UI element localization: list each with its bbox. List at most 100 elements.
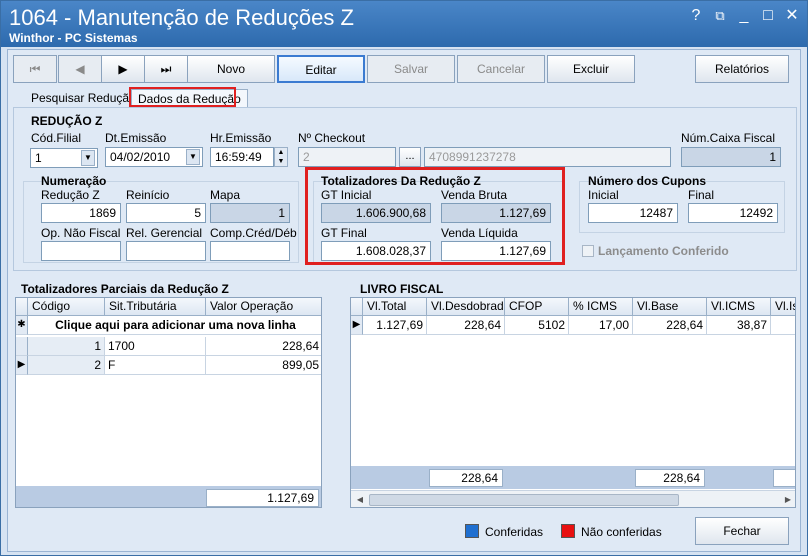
close-icon[interactable]: ✕ [783,7,801,25]
table-row-vl-is[interactable] [771,316,795,335]
col-sit-tributaria[interactable]: Sit.Tributária [105,298,206,316]
nav-last-button[interactable]: ⏭ [144,55,188,83]
table-row-vl-desdobrado[interactable]: 228,64 [427,316,505,335]
spin-updown-icon[interactable]: ▲ ▼ [274,147,288,167]
scroll-left-icon[interactable]: ◀ [353,493,367,507]
cupons-final-field[interactable]: 12492 [688,203,778,223]
maximize-icon[interactable]: □ [759,7,777,25]
conferidas-label: Conferidas [485,525,544,539]
reducao-section-title: REDUÇÃO Z [31,114,103,128]
dt-emissao-field[interactable]: 04/02/2010 ▼ [105,147,203,167]
restore-icon[interactable]: ⧉ [711,7,729,25]
tab-highlight [129,87,236,107]
cod-filial-label: Cód.Filial [31,131,82,145]
table-row-valor[interactable]: 228,64 [206,337,321,356]
chevron-down-icon: ▼ [81,150,95,166]
relatorios-button[interactable]: Relatórios [695,55,789,83]
new-row-asterisk-icon: ✱ [16,316,28,335]
checkout-field[interactable]: 2 [298,147,396,167]
table-row-codigo[interactable]: 1 [28,337,105,356]
lancamento-checkbox[interactable] [582,245,594,257]
num-caixa-field[interactable]: 1 [681,147,781,167]
col-vl-total[interactable]: Vl.Total [363,298,427,316]
op-nao-fiscal-label: Op. Não Fiscal [41,226,121,240]
table-row-valor[interactable]: 899,05 [206,356,321,375]
table-row-vl-total[interactable]: 1.127,69 [363,316,427,335]
cupons-inicial-field[interactable]: 12487 [588,203,678,223]
window-title: 1064 - Manutenção de Reduções Z [9,5,354,30]
comp-cred-label: Comp.Créd/Déb [210,226,297,240]
col-vl-desdobrado[interactable]: Vl.Desdobrado [427,298,505,316]
table-row-sit[interactable]: 1700 [105,337,206,356]
cupons-title: Número dos Cupons [588,174,707,188]
add-new-row[interactable]: Clique aqui para adicionar uma nova linh… [28,316,321,335]
hr-emissao-field[interactable]: 16:59:49 [210,147,274,167]
nav-first-button[interactable]: ⏮ [13,55,57,83]
table-row-sit[interactable]: F [105,356,206,375]
help-icon[interactable]: ? [687,7,705,25]
num-caixa-label: Núm.Caixa Fiscal [681,131,776,145]
col-cfop[interactable]: CFOP [505,298,569,316]
parciais-corner [16,298,28,316]
table-row-vl-base[interactable]: 228,64 [633,316,707,335]
col-valor-operacao[interactable]: Valor Operação [206,298,321,316]
op-nao-fiscal-field[interactable] [41,241,121,261]
comp-cred-field[interactable] [210,241,290,261]
col-codigo[interactable]: Código [28,298,105,316]
col-vl-base[interactable]: Vl.Base [633,298,707,316]
venda-liquida-field[interactable]: 1.127,69 [441,241,551,261]
venda-bruta-field[interactable]: 1.127,69 [441,203,551,223]
cancelar-button[interactable]: Cancelar [457,55,545,83]
main-window: 1064 - Manutenção de Reduções Z Winthor … [0,0,808,556]
col-vl-is[interactable]: Vl.Is [771,298,795,316]
dt-emissao-label: Dt.Emissão [105,131,167,145]
nao-conferidas-swatch [561,524,575,538]
tab-pesquisar[interactable]: Pesquisar Redução [25,89,142,109]
editar-button[interactable]: Editar [277,55,365,83]
gt-final-field[interactable]: 1.608.028,37 [321,241,431,261]
nao-conferidas-label: Não conferidas [581,525,662,539]
livro-title: LIVRO FISCAL [360,282,444,296]
reinicio-field[interactable]: 5 [126,203,206,223]
col-vl-icms[interactable]: Vl.ICMS [707,298,771,316]
livro-footer-base: 228,64 [635,469,705,487]
totalizadores-title: Totalizadores Da Redução Z [321,174,481,188]
excluir-button[interactable]: Excluir [547,55,635,83]
parciais-title: Totalizadores Parciais da Redução Z [21,282,229,296]
mapa-label: Mapa [210,188,241,202]
horizontal-scrollbar[interactable]: ◀ ▶ [351,490,795,507]
table-row-vl-icms[interactable]: 38,87 [707,316,771,335]
cupons-final-label: Final [688,188,715,202]
nav-prev-button[interactable]: ◀ [58,55,102,83]
table-row-cfop[interactable]: 5102 [505,316,569,335]
livro-grid: Vl.Total Vl.Desdobrado CFOP % ICMS Vl.Ba… [350,297,796,508]
gt-inicial-field[interactable]: 1.606.900,68 [321,203,431,223]
reducao-z-label: Redução Z [41,188,100,202]
salvar-button[interactable]: Salvar [367,55,455,83]
scroll-right-icon[interactable]: ▶ [781,493,795,507]
calendar-dropdown-icon: ▼ [186,149,200,165]
reducao-z-field[interactable]: 1869 [41,203,121,223]
table-row-icms-pct[interactable]: 17,00 [569,316,633,335]
hr-emissao-label: Hr.Emissão [210,131,272,145]
fechar-button[interactable]: Fechar [695,517,789,545]
checkout-lookup-button[interactable]: ... [399,147,421,167]
scroll-thumb[interactable] [369,494,679,506]
title-bar: 1064 - Manutenção de Reduções Z Winthor … [1,1,807,47]
table-row-codigo[interactable]: 2 [28,356,105,375]
cod-filial-select[interactable]: 1 ▼ [30,148,98,168]
parciais-grid: Código Sit.Tributária Valor Operação ✱ C… [15,297,322,508]
checkout-label: Nº Checkout [298,131,366,145]
current-row-arrow-icon: ▶ [16,356,28,375]
minimize-icon[interactable]: _ [735,7,753,25]
venda-liquida-label: Venda Líquida [441,226,518,240]
livro-footer [351,466,795,489]
col-icms-pct[interactable]: % ICMS [569,298,633,316]
checkout-description: 4708991237278 [424,147,671,167]
venda-bruta-label: Venda Bruta [441,188,508,202]
livro-corner [351,298,363,316]
nav-next-button[interactable]: ▶ [101,55,145,83]
mapa-field[interactable]: 1 [210,203,290,223]
rel-gerencial-field[interactable] [126,241,206,261]
novo-button[interactable]: Novo [187,55,275,83]
